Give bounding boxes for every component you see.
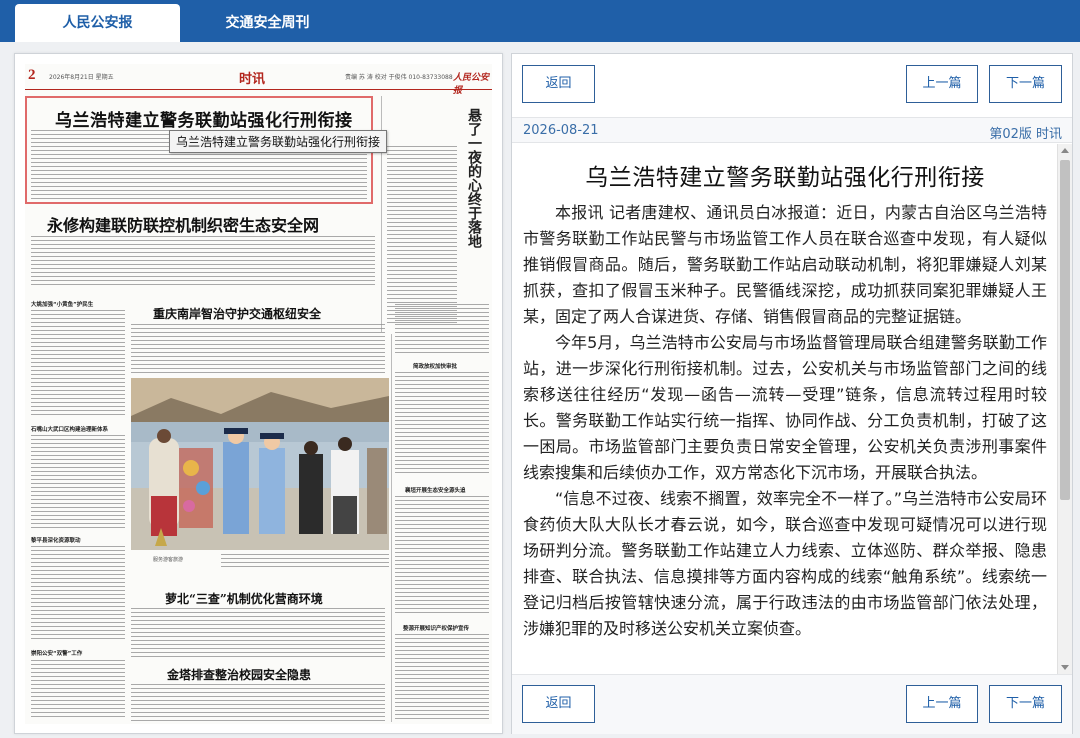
article-date: 2026-08-21 bbox=[523, 123, 599, 138]
headline-chongqing[interactable]: 重庆南岸智治守护交通枢纽安全 bbox=[153, 305, 321, 322]
article-paragraph: 本报讯 记者唐建权、通讯员白冰报道：近日，内蒙古自治区乌兰浩特市警务联勤工作站民… bbox=[523, 203, 1047, 326]
article-meta-bar: 2026-08-21 第02版 时讯 bbox=[512, 117, 1072, 143]
article-text-block bbox=[395, 372, 489, 476]
article-edition: 第02版 时讯 bbox=[989, 127, 1062, 142]
side-headline[interactable]: 黎平县深化资源联动 bbox=[31, 536, 81, 544]
headline-jinta[interactable]: 金塔排查整治校园安全隐患 bbox=[167, 666, 311, 683]
side-headline[interactable]: 婺源开展知识产权保护宣传 bbox=[403, 624, 469, 632]
article-text-block bbox=[31, 310, 125, 418]
top-tab-bar: 人民公安报 交通安全周刊 bbox=[0, 0, 1080, 42]
side-headline[interactable]: 简政放权加快审批 bbox=[413, 362, 457, 370]
page-number: 2 bbox=[28, 67, 36, 83]
next-article-button-top[interactable]: 下一篇 bbox=[989, 65, 1062, 103]
article-text-block bbox=[131, 324, 385, 374]
vertical-headline[interactable]: 悬了一夜的心终于落地 bbox=[465, 108, 483, 248]
previous-article-button-top[interactable]: 上一篇 bbox=[906, 65, 978, 103]
tab-renmin-gongan-bao[interactable]: 人民公安报 bbox=[15, 4, 180, 42]
tab-jiaotong-anquan-zhoukan[interactable]: 交通安全周刊 bbox=[185, 4, 350, 42]
next-article-button-bottom[interactable]: 下一篇 bbox=[989, 685, 1062, 723]
back-button-top[interactable]: 返回 bbox=[522, 65, 595, 103]
photo-caption: 服务游客旅游 bbox=[153, 557, 184, 563]
article-text-block bbox=[131, 684, 385, 722]
headline-tooltip: 乌兰浩特建立警务联勤站强化行刑衔接 bbox=[169, 130, 388, 153]
page-date-line: 2026年8月21日 星期五 bbox=[49, 74, 114, 81]
article-scrollbar[interactable] bbox=[1057, 144, 1072, 674]
article-text-block bbox=[395, 496, 489, 616]
side-headline[interactable]: 襄垣开展生态安全源头追 bbox=[405, 486, 466, 494]
article-text-block bbox=[221, 554, 389, 570]
back-button-bottom[interactable]: 返回 bbox=[522, 685, 595, 723]
article-text-block bbox=[31, 236, 375, 286]
page-section-title: 时讯 bbox=[239, 72, 266, 87]
side-headline[interactable]: 石嘴山大武口区构建治理新体系 bbox=[31, 425, 108, 433]
side-headline[interactable]: 大姚加强“小黄鱼”护民生 bbox=[31, 300, 93, 308]
article-panel: 返回 上一篇 下一篇 2026-08-21 第02版 时讯 乌兰浩特建立警务联勤… bbox=[511, 53, 1073, 734]
news-photo[interactable] bbox=[131, 378, 389, 550]
newspaper-logo: 人民公安报 bbox=[453, 72, 490, 95]
headline-yongxiu[interactable]: 永修构建联防联控机制织密生态安全网 bbox=[47, 212, 319, 236]
scrollbar-thumb[interactable] bbox=[1060, 160, 1070, 500]
article-paragraph: “信息不过夜、线索不搁置，效率完全不一样了。”乌兰浩特市公安局环食药侦大队大队长… bbox=[523, 489, 1047, 638]
article-bottom-bar bbox=[512, 674, 1072, 734]
previous-article-button-bottom[interactable]: 上一篇 bbox=[906, 685, 978, 723]
headline-wulanhaote[interactable]: 乌兰浩特建立警务联勤站强化行刑衔接 bbox=[55, 106, 353, 131]
side-headline[interactable]: 崇阳公安“双警”工作 bbox=[31, 649, 82, 657]
article-title: 乌兰浩特建立警务联勤站强化行刑衔接 bbox=[585, 165, 985, 191]
page-staff-line: 责编 苏 涛 校对 于俊伟 010-83733088 bbox=[345, 74, 453, 81]
article-text-block bbox=[395, 304, 489, 354]
newspaper-page-panel: 2 2026年8月21日 星期五 时讯 责编 苏 涛 校对 于俊伟 010-83… bbox=[14, 53, 503, 734]
scroll-up-arrow-icon[interactable] bbox=[1061, 148, 1069, 153]
article-text-block bbox=[31, 546, 125, 642]
column-divider bbox=[391, 334, 392, 722]
scroll-down-arrow-icon[interactable] bbox=[1061, 665, 1069, 670]
headline-luobei[interactable]: 萝北“三查”机制优化营商环境 bbox=[165, 590, 323, 607]
article-text-block bbox=[31, 435, 125, 529]
newspaper-page-image[interactable]: 2 2026年8月21日 星期五 时讯 责编 苏 涛 校对 于俊伟 010-83… bbox=[25, 64, 492, 724]
page-header: 2 2026年8月21日 星期五 时讯 责编 苏 涛 校对 于俊伟 010-83… bbox=[25, 64, 492, 95]
article-text-block bbox=[131, 608, 385, 658]
article-text-block bbox=[387, 146, 457, 326]
article-text-block bbox=[395, 634, 489, 720]
article-text-block bbox=[31, 660, 125, 720]
article-paragraph: 今年5月，乌兰浩特市公安局与市场监督管理局联合组建警务联勤工作站，进一步深化行刑… bbox=[523, 333, 1047, 482]
article-body[interactable]: 乌兰浩特建立警务联勤站强化行刑衔接 本报讯 记者唐建权、通讯员白冰报道：近日，内… bbox=[513, 144, 1057, 674]
